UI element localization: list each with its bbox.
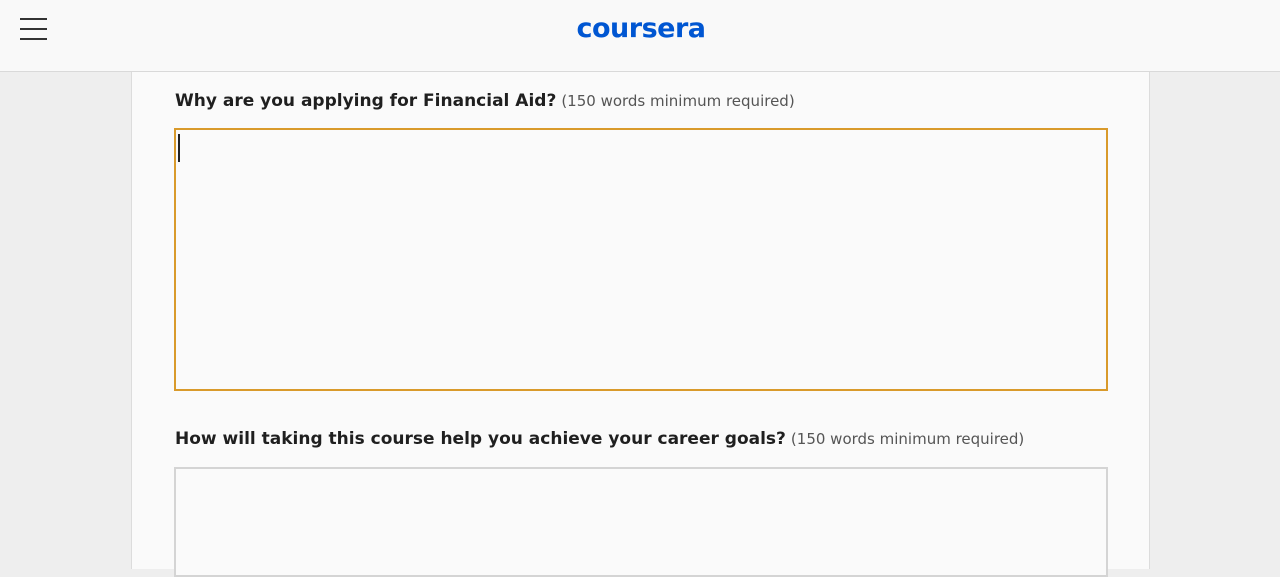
career-goals-textarea[interactable] <box>174 467 1108 577</box>
financial-aid-form: Why are you applying for Financial Aid?(… <box>131 72 1150 577</box>
question-text: Why are you applying for Financial Aid? <box>175 91 557 111</box>
question-career-goals-label: How will taking this course help you ach… <box>175 429 1024 449</box>
word-requirement-hint: (150 words minimum required) <box>561 92 795 110</box>
question-financial-aid-label: Why are you applying for Financial Aid?(… <box>175 91 795 111</box>
text-cursor <box>178 134 180 162</box>
coursera-logo[interactable]: coursera <box>569 12 713 46</box>
hamburger-menu-icon[interactable] <box>20 17 47 41</box>
top-header: coursera <box>0 0 1280 72</box>
word-requirement-hint: (150 words minimum required) <box>790 430 1025 448</box>
financial-aid-reason-textarea[interactable] <box>174 128 1108 391</box>
question-text: How will taking this course help you ach… <box>175 429 786 449</box>
